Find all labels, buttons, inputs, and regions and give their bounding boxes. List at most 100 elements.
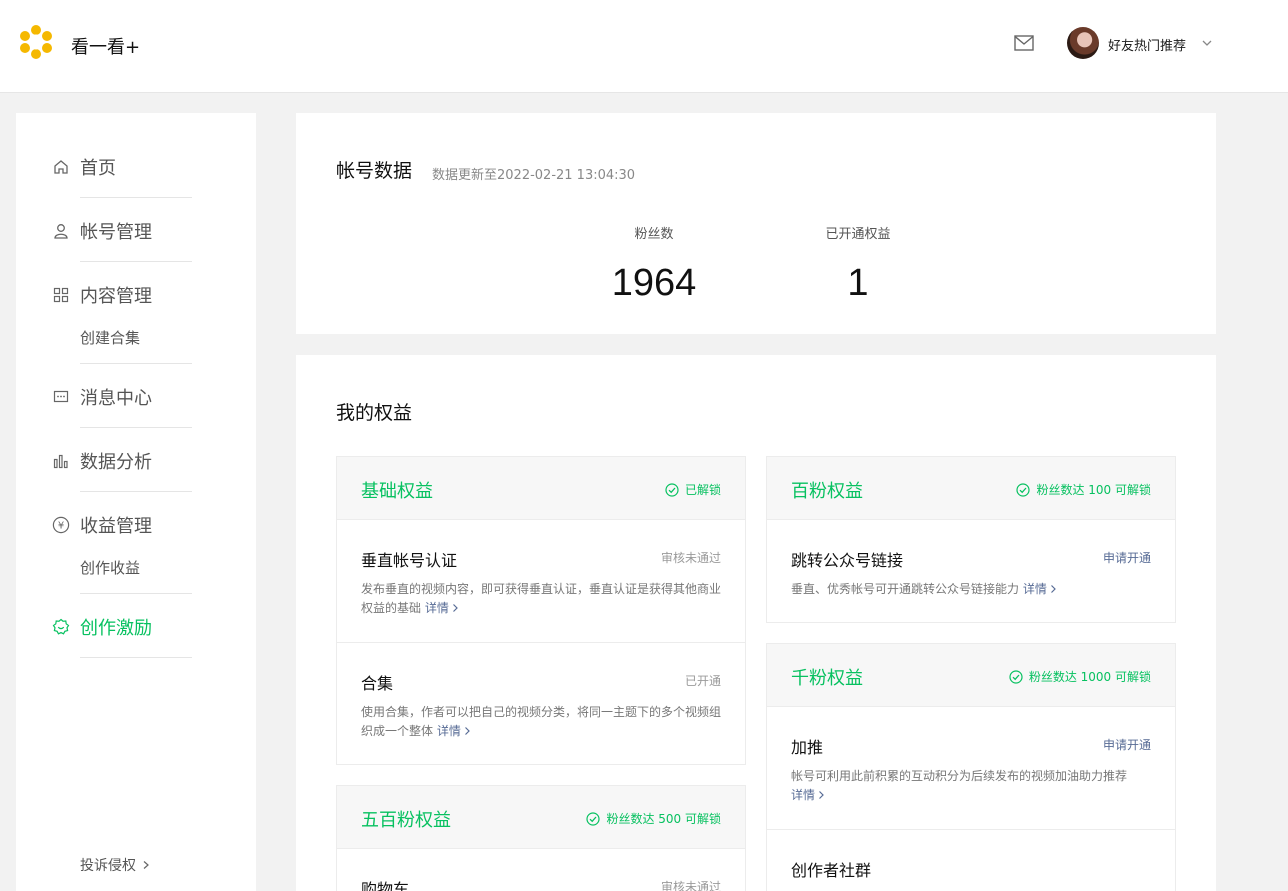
- right-item-desc-text: 垂直、优秀帐号可开通跳转公众号链接能力: [791, 582, 1020, 596]
- complaint-label: 投诉侵权: [80, 858, 136, 874]
- sidebar-item-label: 收益管理: [80, 516, 152, 537]
- my-rights-title: 我的权益: [336, 402, 413, 424]
- tier-status: 粉丝数达 1000 可解锁: [1009, 668, 1151, 685]
- sidebar-item-content[interactable]: 内容管理: [52, 275, 232, 315]
- right-item-name: 跳转公众号链接: [791, 551, 904, 570]
- divider: [80, 657, 192, 658]
- tier-status: 粉丝数达 500 可解锁: [586, 810, 721, 827]
- sidebar-subitem-creation-income[interactable]: 创作收益: [80, 557, 140, 578]
- right-item-name: 加推: [791, 738, 824, 757]
- sidebar-item-messages[interactable]: 消息中心: [52, 377, 232, 417]
- user-name[interactable]: 好友热门推荐: [1108, 35, 1186, 54]
- apply-button[interactable]: 申请开通: [1103, 549, 1151, 566]
- chevron-right-icon: [143, 861, 149, 869]
- sidebar-item-revenue[interactable]: ¥ 收益管理: [52, 505, 232, 545]
- tier-name: 基础权益: [361, 481, 433, 502]
- tier-status: 粉丝数达 100 可解锁: [1016, 481, 1151, 498]
- right-item-shopping-cart[interactable]: 购物车 审核未通过: [337, 848, 745, 891]
- right-item-desc: 垂直、优秀帐号可开通跳转公众号链接能力 详情: [791, 580, 1153, 599]
- tier-header: 千粉权益 粉丝数达 1000 可解锁: [767, 644, 1175, 706]
- sidebar-item-label: 内容管理: [80, 286, 152, 307]
- tier-status-text: 粉丝数达 100 可解锁: [1036, 483, 1151, 497]
- chevron-right-icon: [819, 791, 824, 799]
- sidebar-subitem-create-collection[interactable]: 创建合集: [80, 327, 140, 348]
- right-item-desc: 发布垂直的视频内容，即可获得垂直认证，垂直认证是获得其他商业权益的基础 详情: [361, 580, 723, 618]
- sidebar-item-incentive[interactable]: 创作激励: [52, 607, 232, 647]
- right-item-name: 创作者社群: [791, 861, 872, 880]
- divider: [80, 593, 192, 594]
- avatar[interactable]: [1067, 27, 1099, 59]
- tier-header: 百粉权益 粉丝数达 100 可解锁: [767, 457, 1175, 519]
- sidebar-item-account[interactable]: 帐号管理: [52, 211, 232, 251]
- right-item-desc-text: 发布垂直的视频内容，即可获得垂直认证，垂直认证是获得其他商业权益的基础: [361, 582, 722, 615]
- stat-label: 粉丝数: [634, 227, 674, 242]
- tier-status: 已解锁: [665, 481, 721, 498]
- details-link[interactable]: 详情: [437, 724, 471, 738]
- divider: [80, 363, 192, 364]
- stat-followers: 粉丝数 1964: [554, 223, 754, 305]
- right-item-name: 合集: [361, 674, 394, 693]
- sidebar-item-label: 数据分析: [80, 452, 152, 473]
- tier-header: 基础权益 已解锁: [337, 457, 745, 519]
- chevron-right-icon: [452, 604, 458, 612]
- home-icon: [52, 158, 70, 176]
- stat-rights-enabled: 已开通权益 1: [758, 223, 958, 305]
- svg-text:¥: ¥: [58, 521, 64, 532]
- account-data-card: 帐号数据 数据更新至2022-02-21 13:04:30 粉丝数 1964 已…: [296, 113, 1216, 334]
- sidebar-item-label: 消息中心: [80, 388, 152, 409]
- tier-basic: 基础权益 已解锁 垂直帐号认证 审核未通过 发布垂直的视频内容，即可获得垂直认证…: [336, 456, 746, 765]
- tier-1000-followers: 千粉权益 粉丝数达 1000 可解锁 加推 申请开通 帐号可利用此前积累的互动积…: [766, 643, 1176, 891]
- divider: [80, 427, 192, 428]
- divider: [80, 261, 192, 262]
- right-item-name: 垂直帐号认证: [361, 551, 458, 570]
- check-circle-icon: [1016, 482, 1031, 497]
- apply-button[interactable]: 申请开通: [1103, 736, 1151, 753]
- user-icon: [52, 222, 70, 240]
- tier-status-text: 粉丝数达 1000 可解锁: [1028, 670, 1151, 684]
- bar-chart-icon: [52, 452, 70, 470]
- right-item-vertical-verification[interactable]: 垂直帐号认证 审核未通过 发布垂直的视频内容，即可获得垂直认证，垂直认证是获得其…: [337, 519, 745, 642]
- check-circle-icon: [1009, 669, 1023, 684]
- chevron-right-icon: [1050, 585, 1056, 593]
- reward-icon: [52, 618, 70, 636]
- check-circle-icon: [586, 811, 601, 826]
- my-rights-card: 我的权益 基础权益 已解锁 垂直帐号认证 审核未通过 发布垂直的视频内容，即可获…: [296, 355, 1216, 891]
- message-icon: [52, 388, 70, 406]
- chevron-down-icon[interactable]: [1201, 37, 1213, 49]
- right-item-status: 审核未通过: [660, 551, 721, 565]
- tier-header: 五百粉权益 粉丝数达 500 可解锁: [337, 786, 745, 848]
- tier-status-text: 已解锁: [684, 483, 721, 497]
- divider: [80, 491, 192, 492]
- details-link[interactable]: 详情: [425, 601, 459, 615]
- sidebar-item-label: 创作激励: [80, 618, 152, 639]
- stat-label: 已开通权益: [825, 227, 891, 242]
- right-item-desc-text: 使用合集，作者可以把自己的视频分类，将同一主题下的多个视频组织成一个整体: [361, 705, 722, 738]
- right-item-desc: 帐号可利用此前积累的互动积分为后续发布的视频加油助力推荐 详情: [791, 767, 1153, 805]
- app-title[interactable]: 看一看+: [71, 33, 140, 59]
- yuan-icon: ¥: [52, 516, 70, 534]
- right-item-desc: 使用合集，作者可以把自己的视频分类，将同一主题下的多个视频组织成一个整体 详情: [361, 703, 723, 741]
- divider: [80, 197, 192, 198]
- chevron-right-icon: [464, 727, 470, 735]
- details-label: 详情: [791, 788, 816, 802]
- right-item-boost[interactable]: 加推 申请开通 帐号可利用此前积累的互动积分为后续发布的视频加油助力推荐 详情: [767, 706, 1175, 829]
- data-updated-time: 数据更新至2022-02-21 13:04:30: [432, 168, 636, 183]
- tier-name: 千粉权益: [791, 668, 863, 689]
- details-label: 详情: [424, 601, 449, 615]
- right-item-official-account-link[interactable]: 跳转公众号链接 申请开通 垂直、优秀帐号可开通跳转公众号链接能力 详情: [767, 519, 1175, 622]
- stat-value: 1964: [611, 262, 697, 304]
- sidebar-item-analytics[interactable]: 数据分析: [52, 441, 232, 481]
- details-link[interactable]: 详情: [791, 788, 825, 802]
- tier-name: 百粉权益: [791, 481, 863, 502]
- tier-100-followers: 百粉权益 粉丝数达 100 可解锁 跳转公众号链接 申请开通 垂直、优秀帐号可开…: [766, 456, 1176, 623]
- details-link[interactable]: 详情: [1023, 582, 1057, 596]
- grid-icon: [52, 286, 70, 304]
- tier-status-text: 粉丝数达 500 可解锁: [606, 812, 721, 826]
- right-item-creator-community[interactable]: 创作者社群: [767, 829, 1175, 891]
- right-item-collection[interactable]: 合集 已开通 使用合集，作者可以把自己的视频分类，将同一主题下的多个视频组织成一…: [337, 642, 745, 764]
- sidebar-item-label: 首页: [80, 158, 116, 179]
- mail-icon[interactable]: [1014, 35, 1034, 51]
- flower-logo-icon[interactable]: [19, 25, 53, 59]
- sidebar-item-home[interactable]: 首页: [52, 147, 232, 187]
- complaint-link[interactable]: 投诉侵权: [80, 855, 151, 875]
